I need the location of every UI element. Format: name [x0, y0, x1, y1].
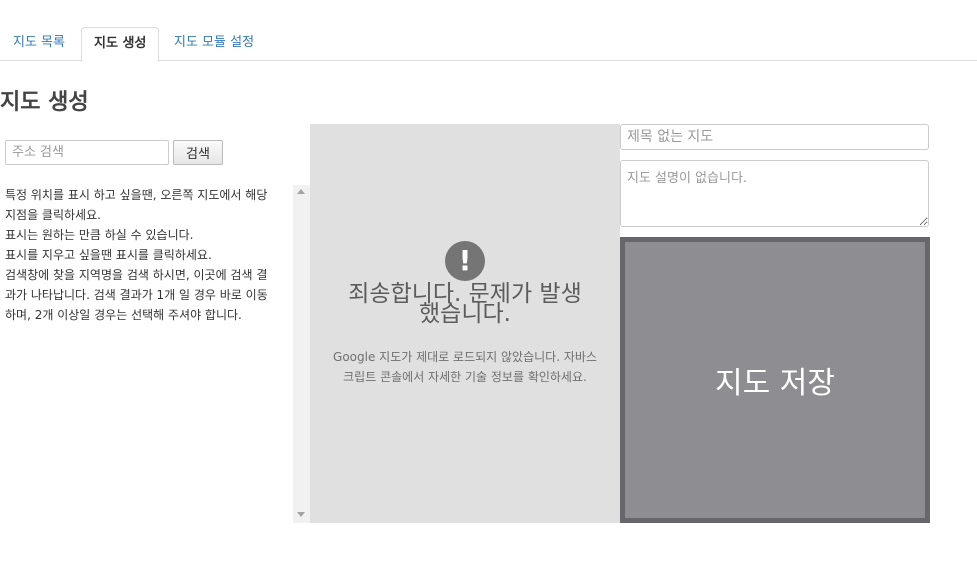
map-error-title: 죄송합니다. 문제가 발생했습니다.	[348, 281, 582, 327]
tab-bar: 지도 목록 지도 생성 지도 모듈 설정	[0, 27, 977, 62]
help-line: 하며, 2개 이상일 경우는 선택해 주셔야 합니다.	[5, 308, 242, 322]
help-line: 지점을 클릭하세요.	[5, 208, 101, 222]
page-title: 지도 생성	[0, 90, 89, 115]
save-map-button[interactable]: 지도 저장	[620, 237, 930, 523]
map-canvas[interactable]: ! 죄송합니다. 문제가 발생했습니다. Google 지도가 제대로 로드되지…	[310, 124, 620, 523]
map-error-description: Google 지도가 제대로 로드되지 않았습니다. 자바스크립트 콘솔에서 자…	[333, 350, 597, 384]
help-line: 과가 나타납니다. 검색 결과가 1개 일 경우 바로 이동	[5, 288, 268, 302]
triangle-up-icon[interactable]	[297, 189, 305, 194]
help-panel: 특정 위치를 표시 하고 싶을땐, 오른쪽 지도에서 해당 지점을 클릭하세요.…	[0, 185, 310, 523]
help-line: 표시를 지우고 싶을땐 표시를 클릭하세요.	[5, 248, 212, 262]
address-search-input[interactable]	[5, 140, 169, 165]
help-line: 검색창에 찾을 지역명을 검색 하시면, 이곳에 검색 결	[5, 268, 268, 282]
help-line: 특정 위치를 표시 하고 싶을땐, 오른쪽 지도에서 해당	[5, 188, 268, 202]
map-description-textarea[interactable]	[620, 160, 929, 227]
tab-map-list[interactable]: 지도 목록	[1, 27, 77, 61]
help-scrollbar[interactable]	[293, 185, 310, 523]
help-line: 표시는 원하는 만큼 하실 수 있습니다.	[5, 228, 194, 242]
triangle-down-icon[interactable]	[297, 512, 305, 517]
exclamation-circle-icon: !	[445, 241, 485, 281]
tab-map-create[interactable]: 지도 생성	[81, 27, 160, 62]
help-text: 특정 위치를 표시 하고 싶을땐, 오른쪽 지도에서 해당 지점을 클릭하세요.…	[5, 185, 292, 325]
search-button[interactable]: 검색	[173, 140, 223, 165]
tab-map-module-settings[interactable]: 지도 모듈 설정	[162, 27, 266, 61]
map-title-input[interactable]	[620, 124, 929, 150]
